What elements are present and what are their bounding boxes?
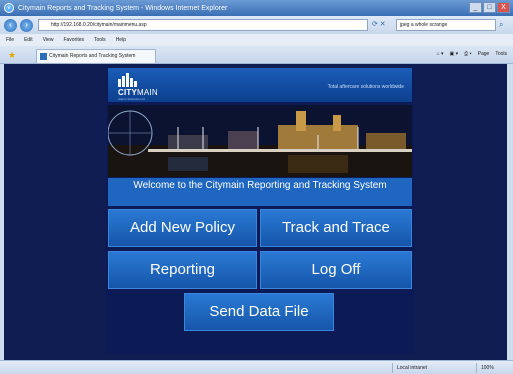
search-icon[interactable]: ⌕ [499,20,503,30]
track-and-trace-button[interactable]: Track and Trace [260,209,412,247]
tools-menu[interactable]: Tools [495,51,507,57]
search-input[interactable]: jpeg a whole scrange [396,19,496,31]
tab-citymain[interactable]: Citymain Reports and Tracking System [36,49,156,63]
window-titlebar: e Citymain Reports and Tracking System -… [0,0,513,16]
page-menu[interactable]: Page [478,51,490,57]
menu-tools[interactable]: Tools [94,37,106,43]
back-arrow-icon[interactable]: ‹ [4,18,17,32]
command-bar: ⌂ ▾ ▣ ▾ ⎙ ▾ Page Tools [437,51,507,57]
refresh-stop-icons[interactable]: ⟳ ✕ [372,20,386,28]
page-viewport: CITYMAIN Admin Solutions Ltd Total after… [4,64,507,360]
close-button[interactable]: X [497,2,510,13]
menu-bar: File Edit View Favorites Tools Help [0,34,513,46]
menu-help[interactable]: Help [116,37,126,43]
add-new-policy-button[interactable]: Add New Policy [108,209,257,247]
send-data-file-button[interactable]: Send Data File [184,293,334,331]
citymain-page: CITYMAIN Admin Solutions Ltd Total after… [106,68,414,354]
reporting-button[interactable]: Reporting [108,251,257,289]
brand-logo-bold: CITY [118,88,138,97]
tab-label: Citymain Reports and Tracking System [49,53,136,59]
url-input[interactable]: http://192.168.0.20/citymain/mainmenu.as… [38,19,368,31]
home-icon[interactable]: ⌂ ▾ [437,51,444,57]
internet-explorer-icon: e [4,3,14,13]
brand-logo-light: MAIN [137,88,158,97]
menu-view[interactable]: View [43,37,54,43]
print-icon[interactable]: ⎙ ▾ [464,51,472,57]
welcome-banner: Welcome to the Citymain Reporting and Tr… [108,178,412,206]
forward-arrow-icon[interactable]: › [20,18,33,32]
brand-logo: CITYMAIN [118,88,158,97]
minimize-button[interactable]: _ [469,2,482,13]
favorites-star-icon[interactable]: ★ [8,50,16,61]
feeds-icon[interactable]: ▣ ▾ [450,51,459,57]
window-title: Citymain Reports and Tracking System - W… [18,4,228,12]
london-skyline-banner [108,105,412,177]
skyline-image [108,105,412,177]
city-skyline-logo-icon [118,73,137,87]
address-bar: ‹ › http://192.168.0.20/citymain/mainmen… [0,16,513,34]
log-off-button[interactable]: Log Off [260,251,412,289]
maximize-button[interactable]: □ [483,2,496,13]
menu-favorites[interactable]: Favorites [63,37,84,43]
security-zone: Local intranet [392,363,460,373]
zoom-level[interactable]: 100% [476,363,510,373]
brand-tagline: Total aftercare solutions worldwide [327,84,404,90]
status-bar: Local intranet 100% [0,360,513,374]
menu-edit[interactable]: Edit [24,37,33,43]
brand-header: CITYMAIN Admin Solutions Ltd Total after… [108,68,412,102]
window-controls: _ □ X [469,2,510,13]
page-favicon-icon [40,53,47,60]
menu-file[interactable]: File [6,37,14,43]
tab-bar: ★ Citymain Reports and Tracking System ⌂… [0,46,513,64]
brand-subtitle: Admin Solutions Ltd [118,97,145,101]
